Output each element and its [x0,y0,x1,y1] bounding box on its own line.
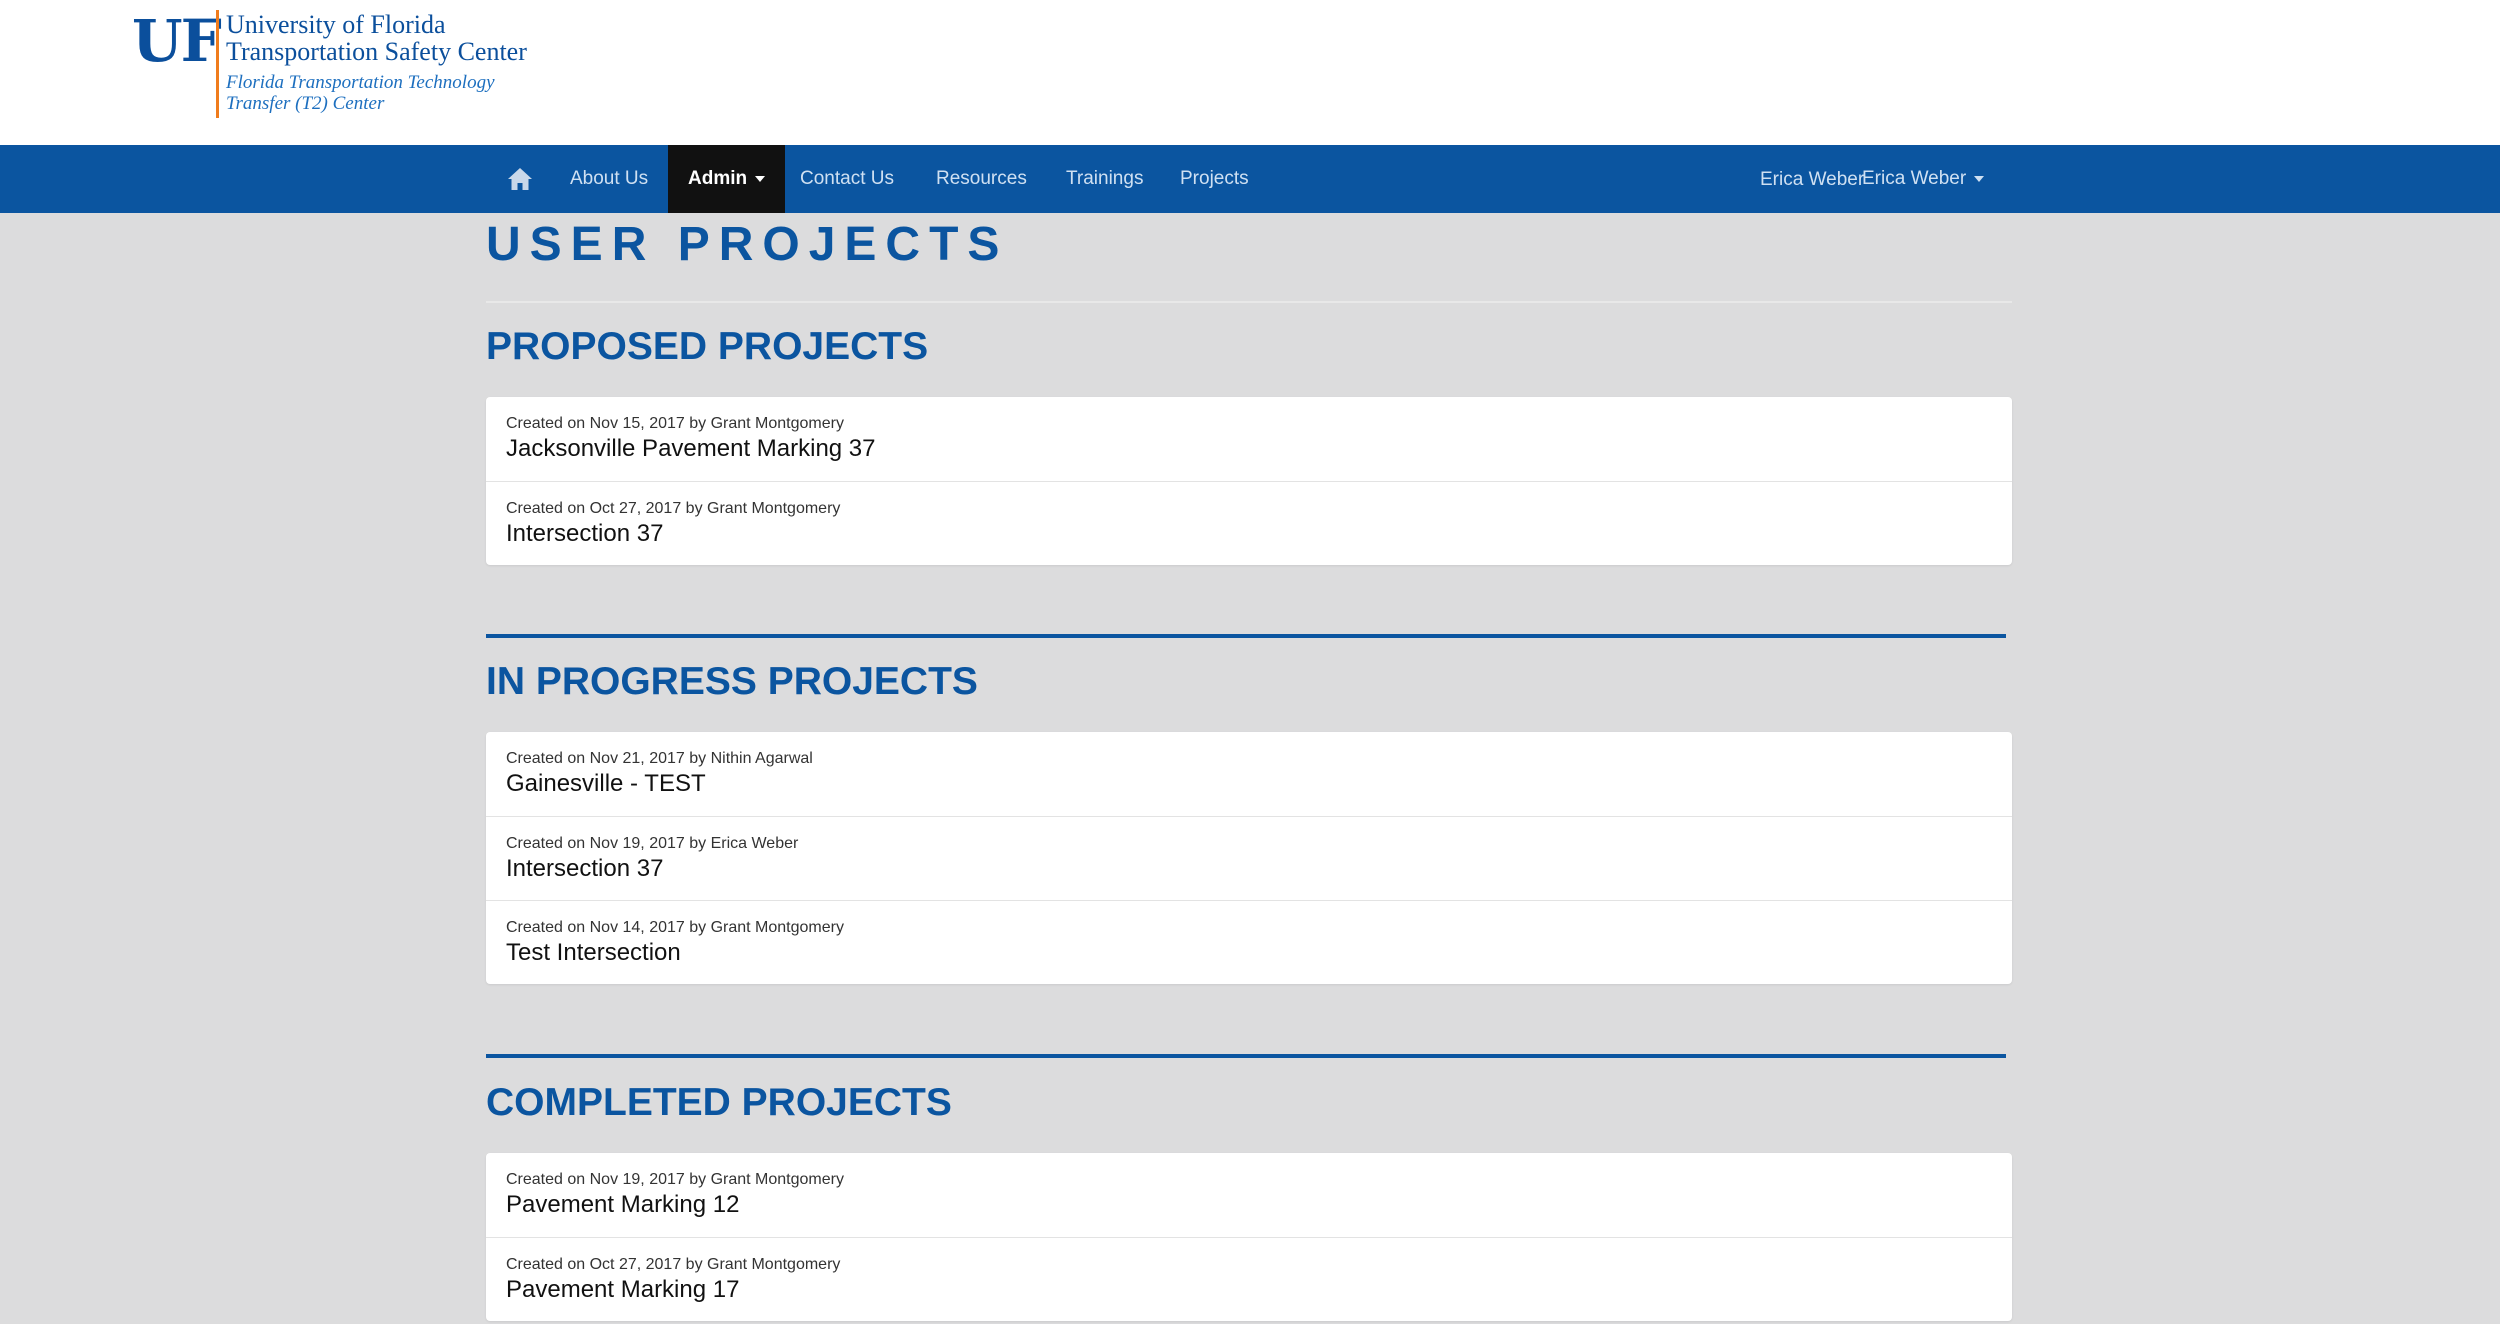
main-navbar: About Us Admin Contact Us Resources Trai… [0,145,2500,213]
project-title: Jacksonville Pavement Marking 37 [506,435,876,462]
list-item[interactable]: Created on Oct 27, 2017 by Grant Montgom… [486,1237,2012,1321]
page-title: USER PROJECTS [486,218,1009,271]
nav-contact-us-label: Contact Us [800,168,894,189]
nav-contact-us[interactable]: Contact Us [780,145,914,213]
in-progress-projects-heading: IN PROGRESS PROJECTS [486,660,978,703]
user-menu-dropdown[interactable]: Erica Weber [1854,145,1992,213]
logo-subtitle-line2: Transfer (T2) Center [226,93,385,114]
project-title: Test Intersection [506,939,681,966]
nav-resources-label: Resources [936,168,1027,189]
site-header: UF University of Florida Transportation … [0,0,2500,145]
nav-about-us-label: About Us [570,168,649,189]
proposed-projects-heading: PROPOSED PROJECTS [486,325,929,368]
project-meta: Created on Nov 15, 2017 by Grant Montgom… [506,415,844,432]
in-progress-projects-list: Created on Nov 21, 2017 by Nithin Agarwa… [486,732,2012,984]
logo-subtitle-line1: Florida Transportation Technology [226,72,495,93]
list-item[interactable]: Created on Nov 19, 2017 by Erica Weber I… [486,816,2012,900]
nav-resources[interactable]: Resources [916,145,1047,213]
user-menu-label: Erica Weber [1862,168,1967,189]
project-title: Gainesville - TEST [506,770,706,797]
project-meta: Created on Oct 27, 2017 by Grant Montgom… [506,1256,841,1273]
chevron-down-icon [755,175,766,182]
nav-projects[interactable]: Projects [1160,145,1269,213]
logo-mark: UF [132,7,222,75]
proposed-projects-list: Created on Nov 15, 2017 by Grant Montgom… [486,397,2012,565]
project-meta: Created on Nov 21, 2017 by Nithin Agarwa… [506,750,813,767]
nav-admin-dropdown[interactable]: Admin [668,145,786,213]
logo-divider [216,10,219,118]
list-item[interactable]: Created on Nov 19, 2017 by Grant Montgom… [486,1153,2012,1237]
project-title: Intersection 37 [506,520,664,547]
logo-university-name: University of Florida [226,10,446,39]
nav-about-us[interactable]: About Us [550,145,668,213]
project-meta: Created on Nov 14, 2017 by Grant Montgom… [506,919,844,936]
list-item[interactable]: Created on Oct 27, 2017 by Grant Montgom… [486,481,2012,565]
nav-admin-label: Admin [688,168,748,189]
chevron-down-icon [1974,175,1985,182]
list-item[interactable]: Created on Nov 21, 2017 by Nithin Agarwa… [486,732,2012,816]
logo-center-name: Transportation Safety Center [226,37,527,66]
home-link[interactable] [500,159,540,199]
nav-user-name: Erica Weber [1760,169,1865,190]
nav-trainings[interactable]: Trainings [1046,145,1163,213]
section-divider [486,1054,2006,1058]
project-title: Pavement Marking 17 [506,1276,740,1303]
title-divider [486,301,2012,303]
project-meta: Created on Nov 19, 2017 by Grant Montgom… [506,1171,844,1188]
section-divider [486,634,2006,638]
completed-projects-heading: COMPLETED PROJECTS [486,1081,952,1124]
completed-projects-list: Created on Nov 19, 2017 by Grant Montgom… [486,1153,2012,1321]
project-title: Pavement Marking 12 [506,1191,740,1218]
project-meta: Created on Nov 19, 2017 by Erica Weber [506,835,799,852]
list-item[interactable]: Created on Nov 15, 2017 by Grant Montgom… [486,397,2012,481]
project-meta: Created on Oct 27, 2017 by Grant Montgom… [506,500,841,517]
home-icon [508,168,532,190]
project-title: Intersection 37 [506,855,664,882]
nav-trainings-label: Trainings [1066,168,1144,189]
list-item[interactable]: Created on Nov 14, 2017 by Grant Montgom… [486,900,2012,984]
nav-projects-label: Projects [1180,168,1249,189]
